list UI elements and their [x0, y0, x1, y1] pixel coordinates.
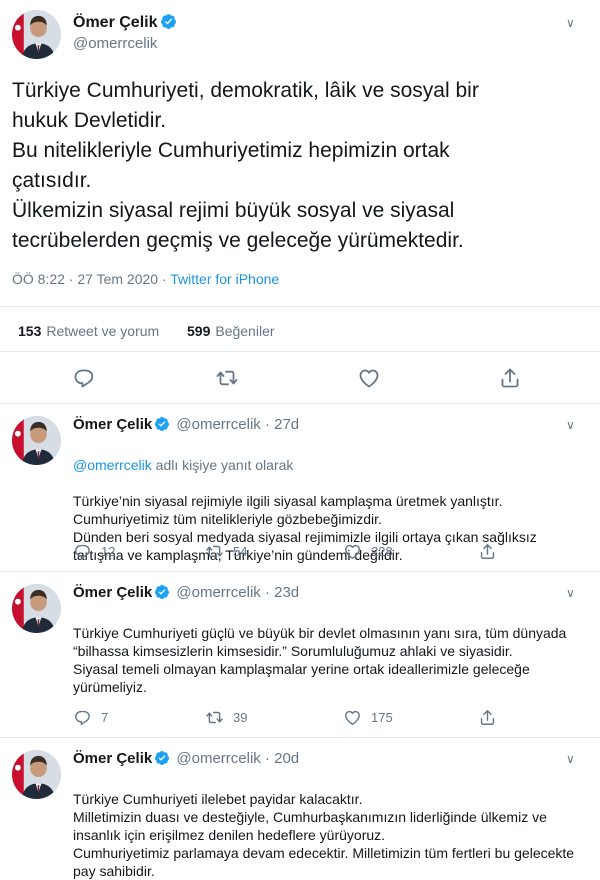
author-handle-time[interactable]: @omerrcelik · 27d	[176, 416, 299, 433]
share-icon	[478, 708, 497, 727]
chevron-down-icon[interactable]: ∨	[566, 752, 575, 766]
reply-to-mention-link[interactable]: @omerrcelik	[73, 457, 152, 473]
like-count[interactable]: 599 Beğeniler	[187, 323, 275, 339]
tweet-source-link[interactable]: Twitter for iPhone	[170, 271, 279, 287]
share-action[interactable]	[478, 708, 506, 727]
reply-count: 12	[101, 544, 116, 559]
author-name[interactable]: Ömer Çelik	[73, 13, 177, 32]
author-handle-time[interactable]: @omerrcelik · 23d	[176, 584, 299, 601]
reply-tweet[interactable]: Ömer Çelik @omerrcelik · 27d ∨ @omerrcel…	[0, 404, 600, 572]
tweet-meta: ÖÖ 8:22 · 27 Tem 2020 · Twitter for iPho…	[12, 271, 279, 287]
like-icon	[343, 542, 362, 561]
like-icon[interactable]	[357, 366, 381, 390]
main-tweet: Ömer Çelik @omerrcelik ∨ Türkiye Cumhuri…	[0, 0, 600, 404]
like-icon	[343, 708, 362, 727]
avatar[interactable]	[12, 750, 61, 799]
tweet-text: Türkiye’nin siyasal rejimiyle ilgili siy…	[73, 493, 537, 563]
verified-badge-icon	[154, 416, 170, 432]
avatar-image	[12, 10, 61, 59]
like-count: 175	[371, 710, 393, 725]
reply-body: Türkiye Cumhuriyeti ilelebet payidar kal…	[73, 772, 588, 880]
share-icon	[478, 542, 497, 561]
verified-badge-icon	[154, 750, 170, 766]
author-name[interactable]: Ömer Çelik	[73, 750, 152, 767]
retweet-count: 39	[233, 710, 248, 725]
tweet-timestamp[interactable]: ÖÖ 8:22 · 27 Tem 2020 ·	[12, 271, 170, 287]
reply-tweet[interactable]: Ömer Çelik @omerrcelik · 20d ∨ Türkiye C…	[0, 738, 600, 879]
retweet-icon	[205, 542, 224, 561]
verified-badge-icon	[160, 13, 177, 30]
author-handle-time[interactable]: @omerrcelik · 20d	[176, 750, 299, 767]
reply-count: 7	[101, 710, 109, 725]
reply-icon[interactable]	[72, 366, 96, 390]
author-name[interactable]: Ömer Çelik	[73, 416, 152, 433]
replying-to: @omerrcelik adlı kişiye yanıt olarak	[73, 456, 588, 474]
retweet-count-label: Retweet ve yorum	[46, 323, 160, 339]
reply-tweet[interactable]: Ömer Çelik @omerrcelik · 23d ∨ Türkiye C…	[0, 572, 600, 738]
reply-header: Ömer Çelik @omerrcelik · 23d	[73, 584, 299, 601]
reply-icon	[73, 542, 92, 561]
reply-action[interactable]: 12	[73, 542, 115, 561]
tweet-text: Türkiye Cumhuriyeti güçlü ve büyük bir d…	[73, 625, 567, 695]
retweet-count[interactable]: 153 Retweet ve yorum	[18, 323, 159, 339]
tweet-text: Türkiye Cumhuriyeti ilelebet payidar kal…	[73, 791, 575, 879]
retweet-action[interactable]: 39	[205, 708, 247, 727]
share-icon[interactable]	[498, 366, 522, 390]
reply-icon	[73, 708, 92, 727]
author-name[interactable]: Ömer Çelik	[73, 584, 152, 601]
avatar-image	[12, 584, 61, 633]
like-count: 228	[371, 544, 393, 559]
retweet-action[interactable]: 54	[205, 542, 247, 561]
tweet-stats: 153 Retweet ve yorum 599 Beğeniler	[0, 306, 600, 352]
avatar-image	[12, 416, 61, 465]
retweet-count-value: 153	[18, 323, 42, 339]
avatar[interactable]	[12, 584, 61, 633]
reply-body: Türkiye Cumhuriyeti güçlü ve büyük bir d…	[73, 606, 588, 696]
retweet-icon[interactable]	[215, 366, 239, 390]
verified-badge-icon	[154, 584, 170, 600]
author-handle[interactable]: @omerrcelik	[73, 35, 157, 52]
tweet-text: Türkiye Cumhuriyeti, demokratik, lâik ve…	[12, 79, 479, 252]
share-action[interactable]	[478, 542, 506, 561]
reply-to-text: adlı kişiye yanıt olarak	[151, 457, 294, 473]
avatar-image	[12, 750, 61, 799]
avatar[interactable]	[12, 10, 61, 59]
retweet-count: 54	[233, 544, 248, 559]
reply-header: Ömer Çelik @omerrcelik · 27d	[73, 416, 299, 433]
like-count-value: 599	[187, 323, 211, 339]
reply-body: @omerrcelik adlı kişiye yanıt olarak Tür…	[73, 438, 588, 564]
reply-action[interactable]: 7	[73, 708, 108, 727]
chevron-down-icon[interactable]: ∨	[566, 418, 575, 432]
like-action[interactable]: 175	[343, 708, 393, 727]
like-count-label: Beğeniler	[215, 323, 275, 339]
chevron-down-icon[interactable]: ∨	[566, 16, 575, 30]
avatar[interactable]	[12, 416, 61, 465]
reply-header: Ömer Çelik @omerrcelik · 20d	[73, 750, 299, 767]
author-name-text[interactable]: Ömer Çelik	[73, 14, 157, 31]
like-action[interactable]: 228	[343, 542, 393, 561]
retweet-icon	[205, 708, 224, 727]
chevron-down-icon[interactable]: ∨	[566, 586, 575, 600]
